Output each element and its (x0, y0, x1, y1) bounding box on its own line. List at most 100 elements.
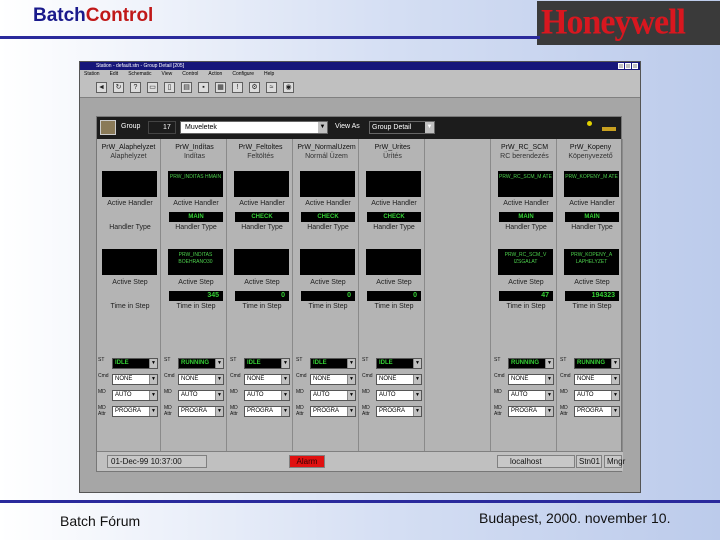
refresh-icon[interactable]: ↻ (113, 82, 124, 93)
chevron-down-icon[interactable]: ▼ (149, 359, 157, 368)
control-value[interactable]: NONE ▼ (376, 374, 422, 385)
chevron-down-icon[interactable]: ▼ (413, 407, 421, 416)
control-value[interactable]: RUNNING ▼ (508, 358, 554, 369)
command-select[interactable]: Cmd NONE ▼ (230, 373, 292, 386)
chevron-down-icon[interactable]: ▼ (149, 391, 157, 400)
program-mode-select[interactable]: MD Attr PROGRA ▼ (362, 405, 424, 418)
unit-tag[interactable]: PrW_NormalUzem (295, 143, 358, 152)
chevron-down-icon[interactable]: ▼ (545, 359, 553, 368)
menu-view[interactable]: View (162, 70, 173, 78)
menu-help[interactable]: Help (264, 70, 274, 78)
chevron-down-icon[interactable]: ▼ (281, 359, 289, 368)
chevron-down-icon[interactable]: ▼ (215, 375, 223, 384)
chevron-down-icon[interactable]: ▼ (545, 391, 553, 400)
control-value[interactable]: NONE ▼ (508, 374, 554, 385)
chevron-down-icon[interactable]: ▼ (215, 391, 223, 400)
state-field[interactable]: ST IDLE ▼ (362, 357, 424, 370)
minimize-button[interactable] (618, 63, 624, 69)
control-value[interactable]: AUTO ▼ (178, 390, 224, 401)
chevron-down-icon[interactable]: ▼ (281, 375, 289, 384)
state-field[interactable]: ST RUNNING ▼ (164, 357, 226, 370)
control-value[interactable]: PROGRA ▼ (376, 406, 422, 417)
open-icon[interactable]: ▤ (181, 82, 192, 93)
control-value[interactable]: IDLE ▼ (310, 358, 356, 369)
chevron-down-icon[interactable]: ▼ (215, 407, 223, 416)
control-value[interactable]: AUTO ▼ (574, 390, 620, 401)
unit-tag[interactable]: PrW_Kopeny (559, 143, 622, 152)
command-select[interactable]: Cmd NONE ▼ (362, 373, 424, 386)
menu-edit[interactable]: Edit (110, 70, 119, 78)
command-select[interactable]: Cmd NONE ▼ (164, 373, 226, 386)
program-mode-select[interactable]: MD Attr PROGRA ▼ (98, 405, 160, 418)
control-value[interactable]: NONE ▼ (178, 374, 224, 385)
state-field[interactable]: ST RUNNING ▼ (494, 357, 556, 370)
program-mode-select[interactable]: MD Attr PROGRA ▼ (560, 405, 622, 418)
group-number-field[interactable]: 17 (148, 121, 176, 134)
menu-action[interactable]: Action (208, 70, 222, 78)
program-mode-select[interactable]: MD Attr PROGRA ▼ (230, 405, 292, 418)
group-name-select[interactable]: Muveletek ▼ (180, 121, 328, 134)
control-value[interactable]: PROGRA ▼ (244, 406, 290, 417)
mode-select[interactable]: MD AUTO ▼ (296, 389, 358, 402)
state-field[interactable]: ST IDLE ▼ (296, 357, 358, 370)
chevron-down-icon[interactable]: ▼ (347, 391, 355, 400)
mode-select[interactable]: MD AUTO ▼ (230, 389, 292, 402)
save-icon[interactable]: ▪ (198, 82, 209, 93)
control-value[interactable]: IDLE ▼ (376, 358, 422, 369)
alarm-icon[interactable]: ! (232, 82, 243, 93)
command-select[interactable]: Cmd NONE ▼ (560, 373, 622, 386)
alarm-indicator[interactable]: Alarm (289, 455, 325, 468)
control-value[interactable]: IDLE ▼ (112, 358, 158, 369)
state-field[interactable]: ST IDLE ▼ (98, 357, 160, 370)
chevron-down-icon[interactable]: ▼ (149, 375, 157, 384)
chevron-down-icon[interactable]: ▼ (545, 375, 553, 384)
chevron-down-icon[interactable]: ▼ (413, 359, 421, 368)
chevron-down-icon[interactable]: ▼ (318, 122, 327, 133)
chevron-down-icon[interactable]: ▼ (347, 375, 355, 384)
chevron-down-icon[interactable]: ▼ (611, 359, 619, 368)
control-value[interactable]: NONE ▼ (310, 374, 356, 385)
command-select[interactable]: Cmd NONE ▼ (98, 373, 160, 386)
state-field[interactable]: ST IDLE ▼ (230, 357, 292, 370)
control-value[interactable]: RUNNING ▼ (178, 358, 224, 369)
control-value[interactable]: AUTO ▼ (112, 390, 158, 401)
control-value[interactable]: AUTO ▼ (376, 390, 422, 401)
chart-icon[interactable]: ▦ (215, 82, 226, 93)
control-value[interactable]: PROGRA ▼ (112, 406, 158, 417)
close-button[interactable] (632, 63, 638, 69)
mode-select[interactable]: MD AUTO ▼ (494, 389, 556, 402)
control-value[interactable]: NONE ▼ (244, 374, 290, 385)
control-value[interactable]: AUTO ▼ (310, 390, 356, 401)
chevron-down-icon[interactable]: ▼ (149, 407, 157, 416)
chevron-down-icon[interactable]: ▼ (611, 391, 619, 400)
chevron-down-icon[interactable]: ▼ (347, 407, 355, 416)
state-field[interactable]: ST RUNNING ▼ (560, 357, 622, 370)
chevron-down-icon[interactable]: ▼ (611, 407, 619, 416)
control-value[interactable]: IDLE ▼ (244, 358, 290, 369)
control-value[interactable]: RUNNING ▼ (574, 358, 620, 369)
menu-control[interactable]: Control (182, 70, 198, 78)
mode-select[interactable]: MD AUTO ▼ (164, 389, 226, 402)
program-mode-select[interactable]: MD Attr PROGRA ▼ (164, 405, 226, 418)
command-select[interactable]: Cmd NONE ▼ (494, 373, 556, 386)
tools-icon[interactable]: ⚙ (249, 82, 260, 93)
unit-tag[interactable]: PrW_Urites (361, 143, 424, 152)
unit-tag[interactable]: PrW_Indítas (163, 143, 226, 152)
unit-tag[interactable]: PrW_Alaphelyzet (97, 143, 160, 152)
chevron-down-icon[interactable]: ▼ (281, 407, 289, 416)
chevron-down-icon[interactable]: ▼ (215, 359, 223, 368)
mode-select[interactable]: MD AUTO ▼ (362, 389, 424, 402)
control-value[interactable]: AUTO ▼ (508, 390, 554, 401)
control-value[interactable]: PROGRA ▼ (574, 406, 620, 417)
control-value[interactable]: AUTO ▼ (244, 390, 290, 401)
unit-tag[interactable]: PrW_Feltoltes (229, 143, 292, 152)
menu-schematic[interactable]: Schematic (128, 70, 151, 78)
mode-select[interactable]: MD AUTO ▼ (560, 389, 622, 402)
chevron-down-icon[interactable]: ▼ (545, 407, 553, 416)
chevron-down-icon[interactable]: ▼ (413, 391, 421, 400)
control-value[interactable]: PROGRA ▼ (508, 406, 554, 417)
maximize-button[interactable] (625, 63, 631, 69)
control-value[interactable]: PROGRA ▼ (178, 406, 224, 417)
chevron-down-icon[interactable]: ▼ (425, 122, 434, 133)
mode-select[interactable]: MD AUTO ▼ (98, 389, 160, 402)
